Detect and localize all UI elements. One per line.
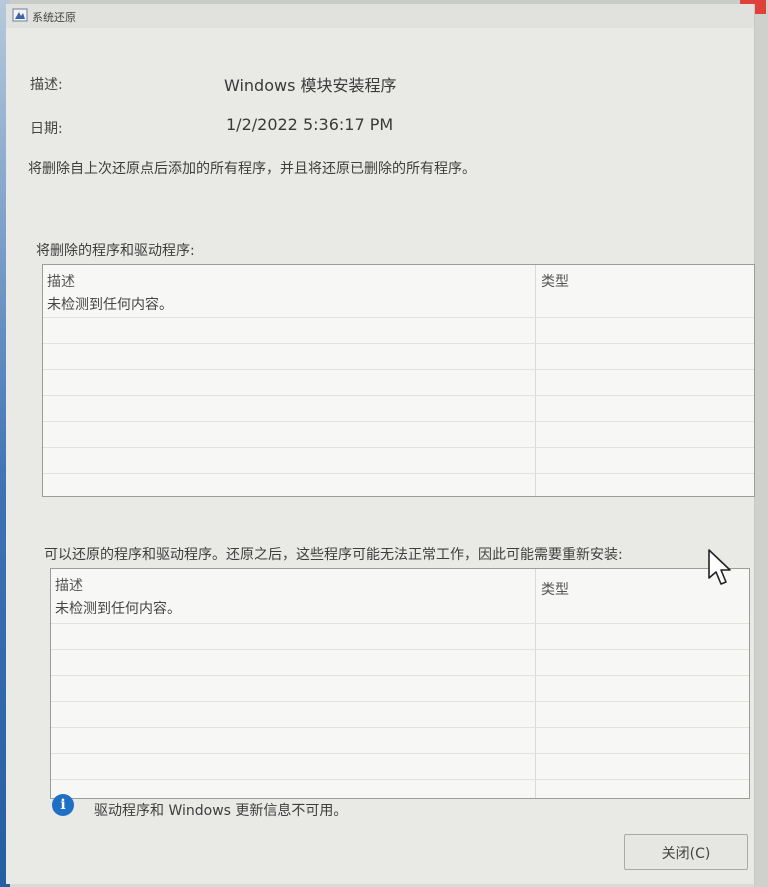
column-header-type[interactable]: 类型	[541, 579, 569, 599]
restorable-programs-label: 可以还原的程序和驱动程序。还原之后，这些程序可能无法正常工作，因此可能需要重新安…	[44, 547, 623, 563]
description-value: Windows 模块安装程序	[224, 76, 397, 95]
row-divider	[51, 675, 749, 676]
row-divider	[51, 623, 749, 624]
restore-summary: 将删除自上次还原点后添加的所有程序，并且将还原已删除的所有程序。	[28, 161, 476, 177]
column-header-type[interactable]: 类型	[541, 271, 569, 291]
date-value: 1/2/2022 5:36:17 PM	[226, 115, 394, 134]
row-divider	[51, 727, 749, 728]
mouse-pointer-icon	[708, 549, 731, 585]
empty-list-message: 未检测到任何内容。	[55, 601, 181, 617]
deleted-programs-list[interactable]: 描述 类型 未检测到任何内容。	[42, 264, 755, 497]
desktop-right-edge	[754, 0, 768, 887]
date-label: 日期:	[30, 121, 63, 137]
window-title: 系统还原	[32, 11, 76, 24]
info-icon: i	[52, 794, 74, 816]
system-restore-dialog: 系统还原 描述: Windows 模块安装程序 日期: 1/2/2022 5:3…	[6, 4, 755, 884]
row-divider	[43, 395, 754, 396]
row-divider	[51, 753, 749, 754]
column-divider	[535, 569, 536, 798]
empty-list-message: 未检测到任何内容。	[47, 297, 173, 313]
row-divider	[51, 649, 749, 650]
description-label: 描述:	[30, 77, 63, 93]
restorable-programs-list[interactable]: 描述 类型 未检测到任何内容。	[50, 568, 750, 799]
close-button[interactable]: 关闭(C)	[624, 834, 748, 870]
row-divider	[43, 447, 754, 448]
column-header-description[interactable]: 描述	[55, 575, 83, 595]
row-divider	[43, 317, 754, 318]
column-header-description[interactable]: 描述	[47, 271, 75, 291]
row-divider	[43, 473, 754, 474]
title-bar: 系统还原	[6, 4, 754, 28]
row-divider	[43, 421, 754, 422]
row-divider	[43, 369, 754, 370]
column-divider	[535, 265, 536, 496]
system-restore-icon	[12, 8, 28, 22]
row-divider	[51, 701, 749, 702]
row-divider	[43, 343, 754, 344]
row-divider	[51, 779, 749, 780]
deleted-programs-label: 将删除的程序和驱动程序:	[36, 243, 195, 259]
info-message: 驱动程序和 Windows 更新信息不可用。	[94, 803, 348, 819]
